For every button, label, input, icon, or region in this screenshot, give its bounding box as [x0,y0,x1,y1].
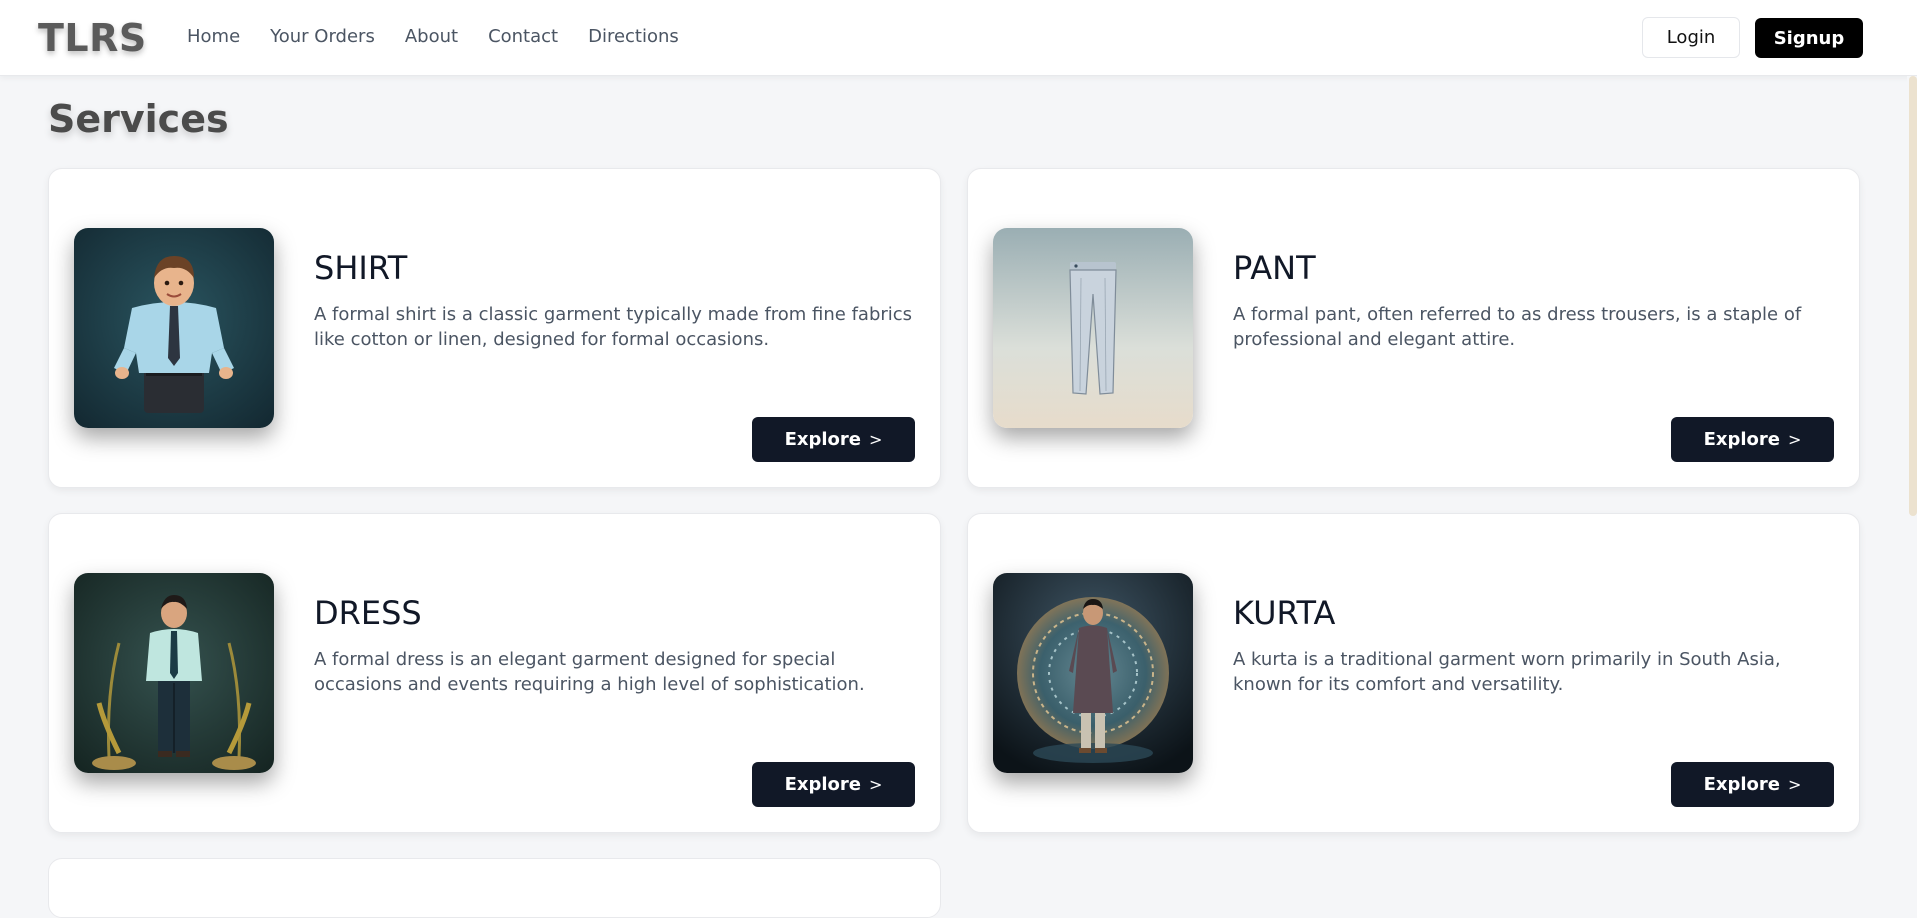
shirt-image [74,228,274,428]
nav-home-link[interactable]: Home [187,26,240,47]
nav-your-orders-link[interactable]: Your Orders [270,26,375,47]
chevron-right-icon: > [869,775,883,794]
service-card-pant: PANT A formal pant, often referred to as… [967,168,1860,488]
scrollbar-thumb[interactable] [1909,76,1917,516]
card-title: KURTA [1233,594,1336,632]
explore-shirt-button[interactable]: Explore > [752,417,915,462]
explore-pant-button[interactable]: Explore > [1671,417,1834,462]
main-nav: Home Your Orders About Contact Direction… [187,26,679,47]
service-card-partial [48,858,941,918]
brand-logo[interactable]: TLRS [38,16,147,60]
chevron-right-icon: > [1788,430,1802,449]
chevron-right-icon: > [869,430,883,449]
nav-directions-link[interactable]: Directions [588,26,679,47]
explore-label: Explore [784,429,861,450]
nav-contact-link[interactable]: Contact [488,26,558,47]
explore-label: Explore [1703,774,1780,795]
kurta-image [993,573,1193,773]
card-title: PANT [1233,249,1316,287]
explore-label: Explore [1703,429,1780,450]
chevron-right-icon: > [1788,775,1802,794]
dress-image [74,573,274,773]
service-card-shirt: SHIRT A formal shirt is a classic garmen… [48,168,941,488]
card-title: DRESS [314,594,422,632]
explore-dress-button[interactable]: Explore > [752,762,915,807]
signup-button[interactable]: Signup [1755,18,1863,58]
card-title: SHIRT [314,249,408,287]
login-button[interactable]: Login [1642,17,1740,58]
service-card-kurta: KURTA A kurta is a traditional garment w… [967,513,1860,833]
explore-label: Explore [784,774,861,795]
pant-image [993,228,1193,428]
explore-kurta-button[interactable]: Explore > [1671,762,1834,807]
card-description: A formal pant, often referred to as dres… [1233,304,1802,350]
page-title: Services [48,97,229,141]
top-navigation-bar: TLRS Home Your Orders About Contact Dire… [0,0,1917,76]
service-card-dress: DRESS A formal dress is an elegant garme… [48,513,941,833]
card-description: A kurta is a traditional garment worn pr… [1233,649,1781,695]
card-description: A formal dress is an elegant garment des… [314,649,865,695]
card-description: A formal shirt is a classic garment typi… [314,304,913,350]
nav-about-link[interactable]: About [405,26,458,47]
